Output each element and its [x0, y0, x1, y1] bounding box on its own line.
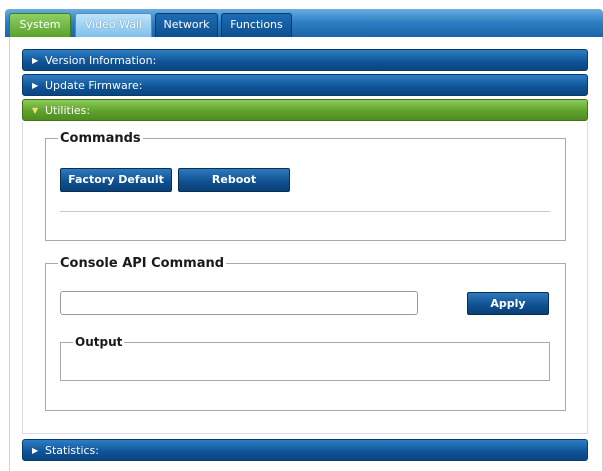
section-update-firmware[interactable]: ▶ Update Firmware: — [22, 74, 588, 96]
factory-default-button[interactable]: Factory Default — [60, 168, 172, 192]
app-frame: System Video Wall Network Functions ▶ Ve… — [0, 0, 603, 471]
collapsed-arrow-icon: ▶ — [32, 446, 39, 455]
section-version-information[interactable]: ▶ Version Information: — [22, 49, 588, 71]
output-fieldset: Output — [60, 335, 550, 381]
expanded-arrow-icon: ▼ — [32, 106, 39, 115]
tab-network[interactable]: Network — [155, 13, 218, 37]
apply-button[interactable]: Apply — [467, 292, 549, 315]
output-legend: Output — [75, 335, 123, 349]
commands-legend: Commands — [60, 131, 141, 146]
reboot-button[interactable]: Reboot — [178, 168, 290, 192]
console-api-legend: Console API Command — [60, 256, 225, 271]
output-text — [61, 349, 549, 353]
section-label: Update Firmware: — [45, 79, 143, 92]
collapsed-arrow-icon: ▶ — [32, 81, 39, 90]
divider — [60, 211, 550, 212]
section-statistics[interactable]: ▶ Statistics: — [22, 439, 588, 461]
console-api-fieldset: Console API Command — [45, 256, 566, 411]
section-label: Statistics: — [45, 444, 99, 457]
tab-system[interactable]: System — [9, 13, 71, 37]
collapsed-arrow-icon: ▶ — [32, 56, 39, 65]
tab-functions[interactable]: Functions — [221, 13, 292, 37]
section-label: Utilities: — [45, 104, 91, 117]
tab-bar: System Video Wall Network Functions — [5, 9, 603, 37]
section-utilities[interactable]: ▼ Utilities: — [22, 99, 588, 121]
section-label: Version Information: — [45, 54, 157, 67]
console-command-input[interactable] — [60, 291, 418, 315]
tab-video-wall[interactable]: Video Wall — [75, 13, 152, 37]
